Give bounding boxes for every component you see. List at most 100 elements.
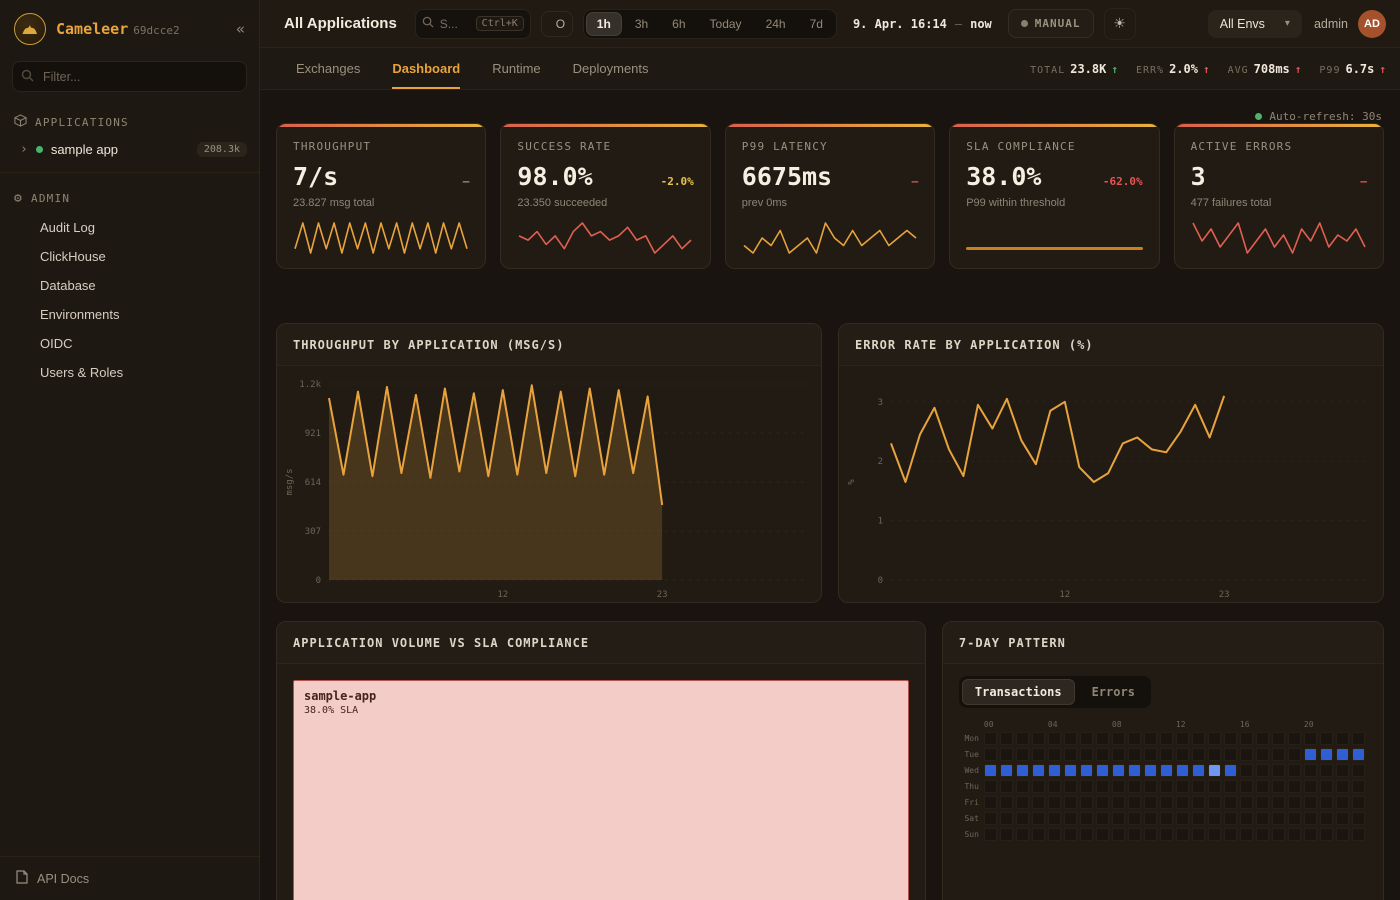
heatmap-cell bbox=[1144, 796, 1157, 809]
avatar[interactable]: AD bbox=[1358, 10, 1386, 38]
heatmap-cell bbox=[1224, 828, 1237, 841]
heatmap-cell bbox=[1144, 812, 1157, 825]
range-1h[interactable]: 1h bbox=[586, 12, 622, 36]
pattern-body: Transactions Errors 000408121620MonTueWe… bbox=[943, 664, 1383, 856]
heatmap-cell bbox=[1160, 812, 1173, 825]
heatmap-cell bbox=[1032, 780, 1045, 793]
manual-refresh-button[interactable]: MANUAL bbox=[1008, 9, 1094, 38]
tab-exchanges[interactable]: Exchanges bbox=[296, 48, 360, 89]
date-range-display[interactable]: 9. Apr. 16:14 – now bbox=[853, 17, 992, 31]
toggle-errors[interactable]: Errors bbox=[1079, 679, 1148, 705]
heatmap-cell bbox=[984, 764, 997, 777]
heatmap-cell bbox=[1096, 732, 1109, 745]
sidebar-item-audit-log[interactable]: Audit Log bbox=[0, 213, 259, 242]
heatmap-cell bbox=[1224, 796, 1237, 809]
api-docs-link[interactable]: API Docs bbox=[0, 856, 259, 900]
range-today[interactable]: Today bbox=[699, 12, 753, 36]
tab-dashboard[interactable]: Dashboard bbox=[392, 48, 460, 89]
svg-text:2: 2 bbox=[878, 457, 883, 467]
heatmap-cell bbox=[1288, 764, 1301, 777]
kpi-value: 38.0% bbox=[966, 162, 1041, 191]
treemap-item-sample-app[interactable]: sample-app 38.0% SLA bbox=[293, 680, 909, 900]
filter-input[interactable] bbox=[12, 61, 247, 92]
sidebar-header: Cameleer69dcce2 « bbox=[0, 0, 259, 57]
sidebar-item-users-roles[interactable]: Users & Roles bbox=[0, 358, 259, 387]
heatmap-cell bbox=[1000, 828, 1013, 841]
sun-icon: ☀ bbox=[1113, 15, 1126, 32]
svg-text:1: 1 bbox=[878, 517, 883, 527]
heatmap-cell bbox=[1240, 780, 1253, 793]
heatmap-cell bbox=[1320, 780, 1333, 793]
heatmap-cell bbox=[1064, 732, 1077, 745]
sidebar-collapse-button[interactable]: « bbox=[236, 20, 245, 38]
heatmap-cell bbox=[1096, 828, 1109, 841]
svg-text:0: 0 bbox=[878, 576, 883, 586]
sparkline bbox=[517, 219, 693, 257]
connection-status-pill[interactable]: O bbox=[541, 11, 573, 37]
tabbar: Exchanges Dashboard Runtime Deployments … bbox=[260, 48, 1400, 90]
heatmap-cell bbox=[1128, 748, 1141, 761]
kpi-gradient-bar bbox=[950, 124, 1158, 127]
search-icon bbox=[21, 69, 34, 85]
svg-text:921: 921 bbox=[305, 429, 321, 439]
heatmap-cell bbox=[1064, 828, 1077, 841]
arrow-up-icon: ↑ bbox=[1111, 63, 1118, 76]
environment-select[interactable]: All Envs ▾ bbox=[1208, 10, 1302, 38]
heatmap-cell bbox=[1272, 732, 1285, 745]
heatmap-cell bbox=[1176, 748, 1189, 761]
heatmap-cell bbox=[1336, 796, 1349, 809]
sidebar-item-sample-app[interactable]: › sample app 208.3k bbox=[0, 137, 259, 162]
theme-toggle-button[interactable]: ☀ bbox=[1104, 8, 1136, 40]
search-shortcut-badge: Ctrl+K bbox=[476, 16, 524, 31]
heatmap-cell bbox=[1080, 828, 1093, 841]
sidebar-item-database[interactable]: Database bbox=[0, 271, 259, 300]
treemap-item-name: sample-app bbox=[304, 689, 898, 703]
kpi-value: 98.0% bbox=[517, 162, 592, 191]
heatmap-cell bbox=[1272, 828, 1285, 841]
heatmap-cell bbox=[1064, 812, 1077, 825]
heatmap-cell bbox=[1336, 828, 1349, 841]
heatmap-day-label: Tue bbox=[959, 750, 981, 759]
charts-row: THROUGHPUT BY APPLICATION (MSG/S) 1.2k92… bbox=[276, 323, 1384, 603]
heatmap-cell bbox=[1224, 780, 1237, 793]
heatmap-cell bbox=[1192, 828, 1205, 841]
summary-stats: TOTAL 23.8K ↑ ERR% 2.0% ↑ AVG 708ms ↑ P9… bbox=[1030, 48, 1386, 89]
brand-text: Cameleer69dcce2 bbox=[56, 20, 180, 38]
heatmap-cell bbox=[1208, 796, 1221, 809]
heatmap-day-label: Sat bbox=[959, 814, 981, 823]
stat-total: TOTAL 23.8K ↑ bbox=[1030, 62, 1118, 76]
heatmap-cell bbox=[1352, 780, 1365, 793]
heatmap-cell bbox=[1176, 764, 1189, 777]
tab-runtime[interactable]: Runtime bbox=[492, 48, 540, 89]
heatmap-cell bbox=[1208, 780, 1221, 793]
heatmap-grid: 000408121620MonTueWedThuFriSatSun bbox=[959, 720, 1367, 841]
tab-deployments[interactable]: Deployments bbox=[573, 48, 649, 89]
search-placeholder-text: S... bbox=[440, 17, 470, 31]
heatmap-cell bbox=[1224, 764, 1237, 777]
heatmap-cell bbox=[1304, 796, 1317, 809]
user-name-label: admin bbox=[1314, 17, 1348, 31]
heatmap-cell bbox=[1048, 828, 1061, 841]
sidebar-item-clickhouse[interactable]: ClickHouse bbox=[0, 242, 259, 271]
heatmap-cell bbox=[1224, 748, 1237, 761]
admin-section-label: ⚙ ADMIN bbox=[0, 183, 259, 213]
kpi-subtitle: prev 0ms bbox=[742, 197, 918, 209]
range-24h[interactable]: 24h bbox=[755, 12, 797, 36]
sidebar-item-environments[interactable]: Environments bbox=[0, 300, 259, 329]
heatmap-cell bbox=[1160, 780, 1173, 793]
heatmap-cell bbox=[1208, 748, 1221, 761]
svg-text:3: 3 bbox=[878, 398, 883, 408]
heatmap-cell bbox=[1064, 780, 1077, 793]
heatmap-cell bbox=[1320, 812, 1333, 825]
kpi-row: THROUGHPUT 7/s – 23.827 msg total SUCCES… bbox=[276, 123, 1384, 269]
heatmap-cell bbox=[1240, 732, 1253, 745]
heatmap-cell bbox=[1096, 780, 1109, 793]
range-6h[interactable]: 6h bbox=[661, 12, 696, 36]
heatmap-cell bbox=[1304, 748, 1317, 761]
global-search-input[interactable]: S... Ctrl+K bbox=[415, 9, 531, 39]
toggle-transactions[interactable]: Transactions bbox=[962, 679, 1075, 705]
sidebar-item-oidc[interactable]: OIDC bbox=[0, 329, 259, 358]
heatmap-cell bbox=[984, 748, 997, 761]
range-3h[interactable]: 3h bbox=[624, 12, 659, 36]
range-7d[interactable]: 7d bbox=[799, 12, 834, 36]
